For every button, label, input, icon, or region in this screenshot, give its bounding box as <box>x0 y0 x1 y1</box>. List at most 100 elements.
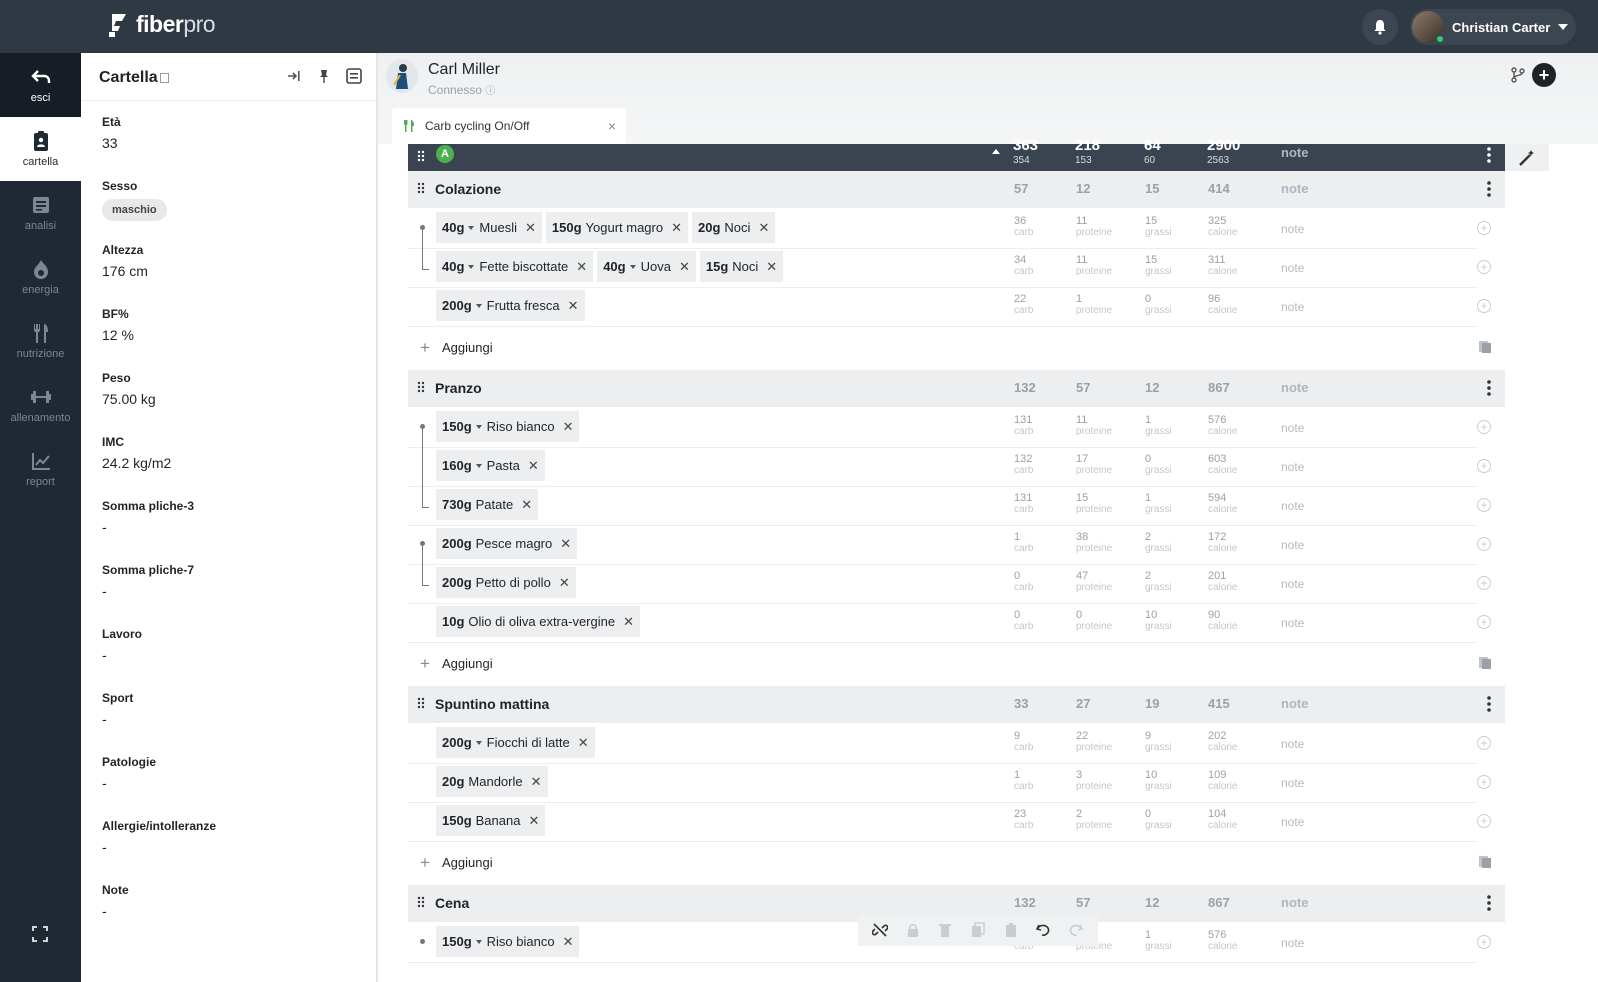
food-chip[interactable]: 20g Noci ✕ <box>692 212 776 243</box>
food-chip[interactable]: 150g Riso bianco ✕ <box>436 411 580 442</box>
remove-food-icon[interactable]: ✕ <box>576 259 587 275</box>
more-vertical-icon[interactable] <box>1487 895 1491 911</box>
food-note[interactable]: note <box>1281 222 1304 236</box>
plus-icon[interactable]: + <box>420 338 430 358</box>
add-alternative-icon[interactable]: + <box>1477 221 1491 235</box>
plus-icon[interactable]: + <box>420 853 430 873</box>
food-chip[interactable]: 200g Fiocchi di latte ✕ <box>436 727 595 758</box>
tab-plan[interactable]: Carb cycling On/Off × <box>392 108 626 144</box>
fullscreen-icon[interactable] <box>30 924 50 944</box>
remove-food-icon[interactable]: ✕ <box>521 497 532 513</box>
remove-food-icon[interactable]: ✕ <box>758 220 769 236</box>
food-quantity[interactable]: 150g <box>442 813 472 828</box>
food-quantity[interactable]: 15g <box>706 259 728 274</box>
food-quantity[interactable]: 40g <box>603 259 625 274</box>
meal-note[interactable]: note <box>1281 380 1308 395</box>
food-quantity[interactable]: 20g <box>442 774 464 789</box>
food-note[interactable]: note <box>1281 421 1304 435</box>
chevron-up-icon[interactable] <box>992 149 1000 154</box>
remove-food-icon[interactable]: ✕ <box>568 298 579 314</box>
remove-food-icon[interactable]: ✕ <box>563 419 574 435</box>
add-alternative-icon[interactable]: + <box>1477 615 1491 629</box>
add-alternative-icon[interactable]: + <box>1477 576 1491 590</box>
more-vertical-icon[interactable] <box>1487 696 1491 712</box>
food-note[interactable]: note <box>1281 737 1304 751</box>
caret-down-icon[interactable] <box>629 264 636 269</box>
plus-icon[interactable]: + <box>420 654 430 674</box>
remove-food-icon[interactable]: ✕ <box>766 259 777 275</box>
paste-icon[interactable] <box>1003 922 1019 938</box>
lock-icon[interactable] <box>905 922 921 938</box>
food-chip[interactable]: 150g Yogurt magro ✕ <box>545 212 689 243</box>
food-note[interactable]: note <box>1281 538 1304 552</box>
add-alternative-icon[interactable]: + <box>1477 420 1491 434</box>
drag-handle-icon[interactable] <box>417 896 425 908</box>
add-alternative-icon[interactable]: + <box>1477 299 1491 313</box>
food-quantity[interactable]: 40g <box>442 220 464 235</box>
nav-energia[interactable]: energia <box>0 245 81 309</box>
remove-food-icon[interactable]: ✕ <box>623 614 634 630</box>
close-icon[interactable]: × <box>608 118 616 134</box>
remove-food-icon[interactable]: ✕ <box>528 458 539 474</box>
drag-handle-icon[interactable] <box>417 150 425 162</box>
caret-down-icon[interactable] <box>475 939 482 944</box>
food-chip[interactable]: 15g Noci ✕ <box>699 251 784 282</box>
magic-wand-button[interactable] <box>1505 144 1549 171</box>
add-alternative-icon[interactable]: + <box>1477 736 1491 750</box>
more-vertical-icon[interactable] <box>1487 147 1491 163</box>
remove-food-icon[interactable]: ✕ <box>559 575 570 591</box>
more-vertical-icon[interactable] <box>1487 181 1491 197</box>
caret-down-icon[interactable] <box>475 463 482 468</box>
undo-icon[interactable] <box>1035 922 1051 938</box>
food-note[interactable]: note <box>1281 261 1304 275</box>
food-note[interactable]: note <box>1281 300 1304 314</box>
food-chip[interactable]: 150g Banana ✕ <box>436 805 546 836</box>
add-alternative-icon[interactable]: + <box>1477 260 1491 274</box>
food-quantity[interactable]: 20g <box>698 220 720 235</box>
food-quantity[interactable]: 150g <box>552 220 582 235</box>
nav-exit[interactable]: esci <box>0 53 81 117</box>
more-vertical-icon[interactable] <box>1487 380 1491 396</box>
food-quantity[interactable]: 200g <box>442 575 472 590</box>
meal-header[interactable]: Spuntino mattina 33 27 19 415 note <box>408 686 1505 723</box>
food-note[interactable]: note <box>1281 936 1304 950</box>
user-menu[interactable]: Christian Carter <box>1410 9 1576 45</box>
caret-down-icon[interactable] <box>475 740 482 745</box>
meal-header[interactable]: Pranzo 132 57 12 867 note <box>408 370 1505 407</box>
food-note[interactable]: note <box>1281 776 1304 790</box>
paste-icon[interactable] <box>1479 854 1491 868</box>
food-quantity[interactable]: 200g <box>442 735 472 750</box>
add-food-row[interactable]: + Aggiungi <box>408 327 1505 367</box>
drag-handle-icon[interactable] <box>417 697 425 709</box>
add-alternative-icon[interactable]: + <box>1477 935 1491 949</box>
food-chip[interactable]: 160g Pasta ✕ <box>436 450 545 481</box>
food-note[interactable]: note <box>1281 577 1304 591</box>
add-alternative-icon[interactable]: + <box>1477 459 1491 473</box>
meal-note[interactable]: note <box>1281 181 1308 196</box>
add-food-button[interactable]: Aggiungi <box>442 656 493 671</box>
nav-cartella[interactable]: cartella <box>0 117 81 181</box>
food-chip[interactable]: 10g Olio di oliva extra-vergine ✕ <box>436 606 640 637</box>
food-quantity[interactable]: 40g <box>442 259 464 274</box>
food-chip[interactable]: 40g Muesli ✕ <box>436 212 542 243</box>
meal-header[interactable]: Colazione 57 12 15 414 note <box>408 171 1505 208</box>
food-quantity[interactable]: 150g <box>442 419 472 434</box>
day-badge[interactable]: A <box>436 145 454 163</box>
unlink-icon[interactable] <box>872 922 889 938</box>
meal-note[interactable]: note <box>1281 895 1308 910</box>
food-chip[interactable]: 200g Petto di pollo ✕ <box>436 567 576 598</box>
food-quantity[interactable]: 200g <box>442 298 472 313</box>
caret-down-icon[interactable] <box>468 225 475 230</box>
remove-food-icon[interactable]: ✕ <box>560 536 571 552</box>
copy-icon[interactable] <box>970 922 986 938</box>
add-food-button[interactable]: Aggiungi <box>442 855 493 870</box>
food-note[interactable]: note <box>1281 460 1304 474</box>
drag-handle-icon[interactable] <box>417 182 425 194</box>
nav-nutrizione[interactable]: nutrizione <box>0 309 81 373</box>
settings-list-icon[interactable] <box>346 68 362 84</box>
add-plan-button[interactable]: + <box>1532 63 1556 87</box>
food-chip[interactable]: 150g Riso bianco ✕ <box>436 926 580 957</box>
food-quantity[interactable]: 160g <box>442 458 472 473</box>
redo-icon[interactable] <box>1068 922 1084 938</box>
caret-down-icon[interactable] <box>475 303 482 308</box>
